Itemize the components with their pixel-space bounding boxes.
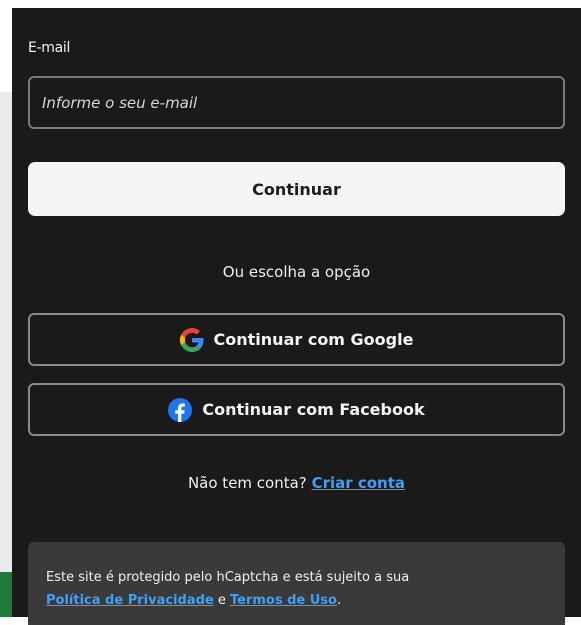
google-login-button[interactable]: Continuar com Google bbox=[28, 313, 565, 366]
google-button-label: Continuar com Google bbox=[213, 330, 414, 349]
email-label: E-mail bbox=[28, 40, 71, 56]
hcaptcha-notice: Este site é protegido pelo hCaptcha e es… bbox=[28, 542, 565, 625]
create-account-link[interactable]: Criar conta bbox=[312, 474, 405, 492]
google-icon bbox=[179, 327, 204, 352]
notice-text: Este site é protegido pelo hCaptcha e es… bbox=[46, 570, 410, 585]
notice-conjunction: e bbox=[217, 593, 226, 608]
continue-button[interactable]: Continuar bbox=[28, 162, 565, 216]
signup-row: Não tem conta? Criar conta bbox=[12, 474, 581, 492]
notice-end: . bbox=[336, 593, 342, 608]
email-input[interactable] bbox=[28, 76, 565, 129]
privacy-policy-link[interactable]: Política de Privacidade bbox=[46, 593, 214, 608]
facebook-button-label: Continuar com Facebook bbox=[202, 400, 425, 419]
divider-text: Ou escolha a opção bbox=[222, 263, 371, 281]
login-panel: E-mail Continuar Ou escolha a opção Cont… bbox=[12, 8, 581, 625]
signup-prompt: Não tem conta? bbox=[187, 474, 307, 492]
terms-of-use-link[interactable]: Termos de Uso bbox=[230, 593, 337, 608]
facebook-login-button[interactable]: Continuar com Facebook bbox=[28, 383, 565, 436]
facebook-icon bbox=[168, 397, 193, 422]
